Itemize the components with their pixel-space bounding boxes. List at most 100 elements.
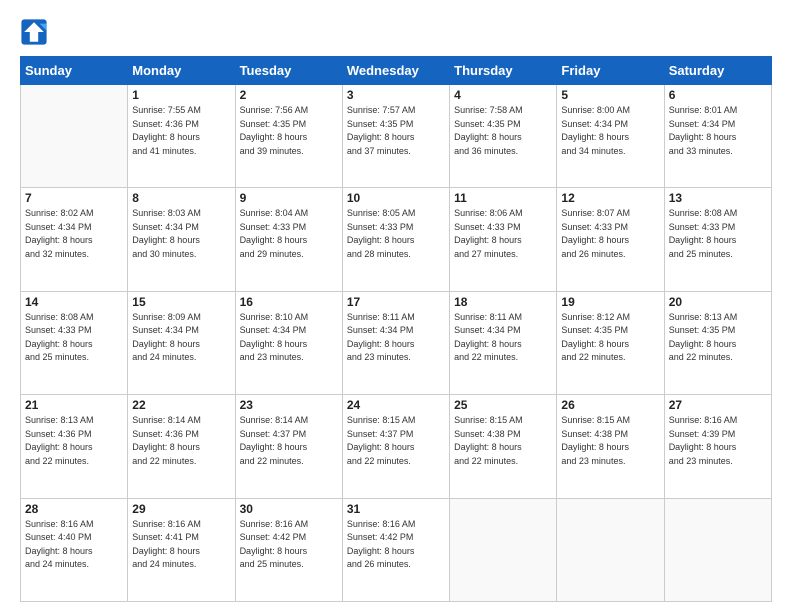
day-info: Sunrise: 7:58 AMSunset: 4:35 PMDaylight:… bbox=[454, 104, 552, 158]
calendar-cell: 4 Sunrise: 7:58 AMSunset: 4:35 PMDaylight… bbox=[450, 85, 557, 188]
day-number: 29 bbox=[132, 502, 230, 516]
day-info: Sunrise: 8:03 AMSunset: 4:34 PMDaylight:… bbox=[132, 207, 230, 261]
calendar-cell: 28Sunrise: 8:16 AMSunset: 4:40 PMDayligh… bbox=[21, 498, 128, 601]
calendar-cell bbox=[450, 498, 557, 601]
day-number: 2 bbox=[240, 88, 338, 102]
day-number: 26 bbox=[561, 398, 659, 412]
day-info: Sunrise: 8:14 AMSunset: 4:37 PMDaylight:… bbox=[240, 414, 338, 468]
calendar-cell: 9 Sunrise: 8:04 AMSunset: 4:33 PMDaylight… bbox=[235, 188, 342, 291]
calendar-cell: 17 Sunrise: 8:11 AMSunset: 4:34 PMDayligh… bbox=[342, 291, 449, 394]
day-info: Sunrise: 8:13 AMSunset: 4:36 PMDaylight:… bbox=[25, 414, 123, 468]
day-number: 7 bbox=[25, 191, 123, 205]
day-number: 3 bbox=[347, 88, 445, 102]
day-number: 13 bbox=[669, 191, 767, 205]
calendar-cell: 10Sunrise: 8:05 AMSunset: 4:33 PMDayligh… bbox=[342, 188, 449, 291]
day-number: 16 bbox=[240, 295, 338, 309]
day-info: Sunrise: 7:56 AMSunset: 4:35 PMDaylight:… bbox=[240, 104, 338, 158]
day-info: Sunrise: 8:16 AMSunset: 4:41 PMDaylight:… bbox=[132, 518, 230, 572]
calendar-cell: 6 Sunrise: 8:01 AMSunset: 4:34 PMDaylight… bbox=[664, 85, 771, 188]
calendar-cell: 1Sunrise: 7:55 AMSunset: 4:36 PMDaylight… bbox=[128, 85, 235, 188]
day-number: 10 bbox=[347, 191, 445, 205]
day-number: 22 bbox=[132, 398, 230, 412]
calendar-cell: 22 Sunrise: 8:14 AMSunset: 4:36 PMDayligh… bbox=[128, 395, 235, 498]
calendar-week-row: 28Sunrise: 8:16 AMSunset: 4:40 PMDayligh… bbox=[21, 498, 772, 601]
weekday-header: Sunday bbox=[21, 57, 128, 85]
day-number: 15 bbox=[132, 295, 230, 309]
calendar-cell: 16 Sunrise: 8:10 AMSunset: 4:34 PMDayligh… bbox=[235, 291, 342, 394]
calendar-cell bbox=[664, 498, 771, 601]
calendar-cell: 3Sunrise: 7:57 AMSunset: 4:35 PMDaylight… bbox=[342, 85, 449, 188]
day-number: 4 bbox=[454, 88, 552, 102]
day-info: Sunrise: 8:04 AMSunset: 4:33 PMDaylight:… bbox=[240, 207, 338, 261]
calendar-cell: 18 Sunrise: 8:11 AMSunset: 4:34 PMDayligh… bbox=[450, 291, 557, 394]
day-info: Sunrise: 8:14 AMSunset: 4:36 PMDaylight:… bbox=[132, 414, 230, 468]
day-number: 21 bbox=[25, 398, 123, 412]
day-number: 11 bbox=[454, 191, 552, 205]
calendar-cell: 15 Sunrise: 8:09 AMSunset: 4:34 PMDayligh… bbox=[128, 291, 235, 394]
calendar-week-row: 1Sunrise: 7:55 AMSunset: 4:36 PMDaylight… bbox=[21, 85, 772, 188]
calendar-cell bbox=[21, 85, 128, 188]
calendar-cell: 25 Sunrise: 8:15 AMSunset: 4:38 PMDayligh… bbox=[450, 395, 557, 498]
day-info: Sunrise: 8:15 AMSunset: 4:38 PMDaylight:… bbox=[454, 414, 552, 468]
day-number: 18 bbox=[454, 295, 552, 309]
day-info: Sunrise: 8:16 AMSunset: 4:42 PMDaylight:… bbox=[347, 518, 445, 572]
calendar-table: SundayMondayTuesdayWednesdayThursdayFrid… bbox=[20, 56, 772, 602]
weekday-header-row: SundayMondayTuesdayWednesdayThursdayFrid… bbox=[21, 57, 772, 85]
day-info: Sunrise: 8:15 AMSunset: 4:37 PMDaylight:… bbox=[347, 414, 445, 468]
logo-icon bbox=[20, 18, 48, 46]
calendar-week-row: 14 Sunrise: 8:08 AMSunset: 4:33 PMDayligh… bbox=[21, 291, 772, 394]
calendar-cell: 26Sunrise: 8:15 AMSunset: 4:38 PMDayligh… bbox=[557, 395, 664, 498]
calendar-cell: 31 Sunrise: 8:16 AMSunset: 4:42 PMDayligh… bbox=[342, 498, 449, 601]
calendar-cell: 14 Sunrise: 8:08 AMSunset: 4:33 PMDayligh… bbox=[21, 291, 128, 394]
calendar-cell: 5 Sunrise: 8:00 AMSunset: 4:34 PMDaylight… bbox=[557, 85, 664, 188]
day-info: Sunrise: 8:10 AMSunset: 4:34 PMDaylight:… bbox=[240, 311, 338, 365]
calendar-cell: 21 Sunrise: 8:13 AMSunset: 4:36 PMDayligh… bbox=[21, 395, 128, 498]
day-number: 27 bbox=[669, 398, 767, 412]
day-info: Sunrise: 8:08 AMSunset: 4:33 PMDaylight:… bbox=[25, 311, 123, 365]
day-info: Sunrise: 8:02 AMSunset: 4:34 PMDaylight:… bbox=[25, 207, 123, 261]
calendar-cell: 7 Sunrise: 8:02 AMSunset: 4:34 PMDaylight… bbox=[21, 188, 128, 291]
calendar-cell: 11Sunrise: 8:06 AMSunset: 4:33 PMDayligh… bbox=[450, 188, 557, 291]
page: SundayMondayTuesdayWednesdayThursdayFrid… bbox=[0, 0, 792, 612]
weekday-header: Thursday bbox=[450, 57, 557, 85]
day-number: 6 bbox=[669, 88, 767, 102]
calendar-cell: 23 Sunrise: 8:14 AMSunset: 4:37 PMDayligh… bbox=[235, 395, 342, 498]
day-number: 8 bbox=[132, 191, 230, 205]
calendar-week-row: 21 Sunrise: 8:13 AMSunset: 4:36 PMDayligh… bbox=[21, 395, 772, 498]
day-number: 5 bbox=[561, 88, 659, 102]
day-number: 17 bbox=[347, 295, 445, 309]
day-number: 30 bbox=[240, 502, 338, 516]
day-info: Sunrise: 8:12 AMSunset: 4:35 PMDaylight:… bbox=[561, 311, 659, 365]
calendar-cell: 8 Sunrise: 8:03 AMSunset: 4:34 PMDaylight… bbox=[128, 188, 235, 291]
day-number: 1 bbox=[132, 88, 230, 102]
calendar-week-row: 7 Sunrise: 8:02 AMSunset: 4:34 PMDaylight… bbox=[21, 188, 772, 291]
calendar-cell: 24 Sunrise: 8:15 AMSunset: 4:37 PMDayligh… bbox=[342, 395, 449, 498]
day-info: Sunrise: 8:00 AMSunset: 4:34 PMDaylight:… bbox=[561, 104, 659, 158]
day-info: Sunrise: 8:07 AMSunset: 4:33 PMDaylight:… bbox=[561, 207, 659, 261]
day-info: Sunrise: 8:09 AMSunset: 4:34 PMDaylight:… bbox=[132, 311, 230, 365]
calendar-cell: 29 Sunrise: 8:16 AMSunset: 4:41 PMDayligh… bbox=[128, 498, 235, 601]
day-info: Sunrise: 8:16 AMSunset: 4:40 PMDaylight:… bbox=[25, 518, 123, 572]
calendar-cell: 27Sunrise: 8:16 AMSunset: 4:39 PMDayligh… bbox=[664, 395, 771, 498]
header bbox=[20, 18, 772, 46]
day-number: 25 bbox=[454, 398, 552, 412]
day-number: 31 bbox=[347, 502, 445, 516]
calendar-cell: 13 Sunrise: 8:08 AMSunset: 4:33 PMDayligh… bbox=[664, 188, 771, 291]
day-number: 9 bbox=[240, 191, 338, 205]
day-number: 12 bbox=[561, 191, 659, 205]
day-info: Sunrise: 8:16 AMSunset: 4:42 PMDaylight:… bbox=[240, 518, 338, 572]
calendar-cell: 20Sunrise: 8:13 AMSunset: 4:35 PMDayligh… bbox=[664, 291, 771, 394]
day-info: Sunrise: 8:11 AMSunset: 4:34 PMDaylight:… bbox=[347, 311, 445, 365]
calendar-cell: 19 Sunrise: 8:12 AMSunset: 4:35 PMDayligh… bbox=[557, 291, 664, 394]
day-number: 14 bbox=[25, 295, 123, 309]
day-info: Sunrise: 8:01 AMSunset: 4:34 PMDaylight:… bbox=[669, 104, 767, 158]
day-info: Sunrise: 8:13 AMSunset: 4:35 PMDaylight:… bbox=[669, 311, 767, 365]
calendar-cell: 2 Sunrise: 7:56 AMSunset: 4:35 PMDaylight… bbox=[235, 85, 342, 188]
day-number: 19 bbox=[561, 295, 659, 309]
day-info: Sunrise: 8:11 AMSunset: 4:34 PMDaylight:… bbox=[454, 311, 552, 365]
calendar-cell: 30 Sunrise: 8:16 AMSunset: 4:42 PMDayligh… bbox=[235, 498, 342, 601]
day-number: 24 bbox=[347, 398, 445, 412]
weekday-header: Wednesday bbox=[342, 57, 449, 85]
day-info: Sunrise: 8:08 AMSunset: 4:33 PMDaylight:… bbox=[669, 207, 767, 261]
day-number: 23 bbox=[240, 398, 338, 412]
